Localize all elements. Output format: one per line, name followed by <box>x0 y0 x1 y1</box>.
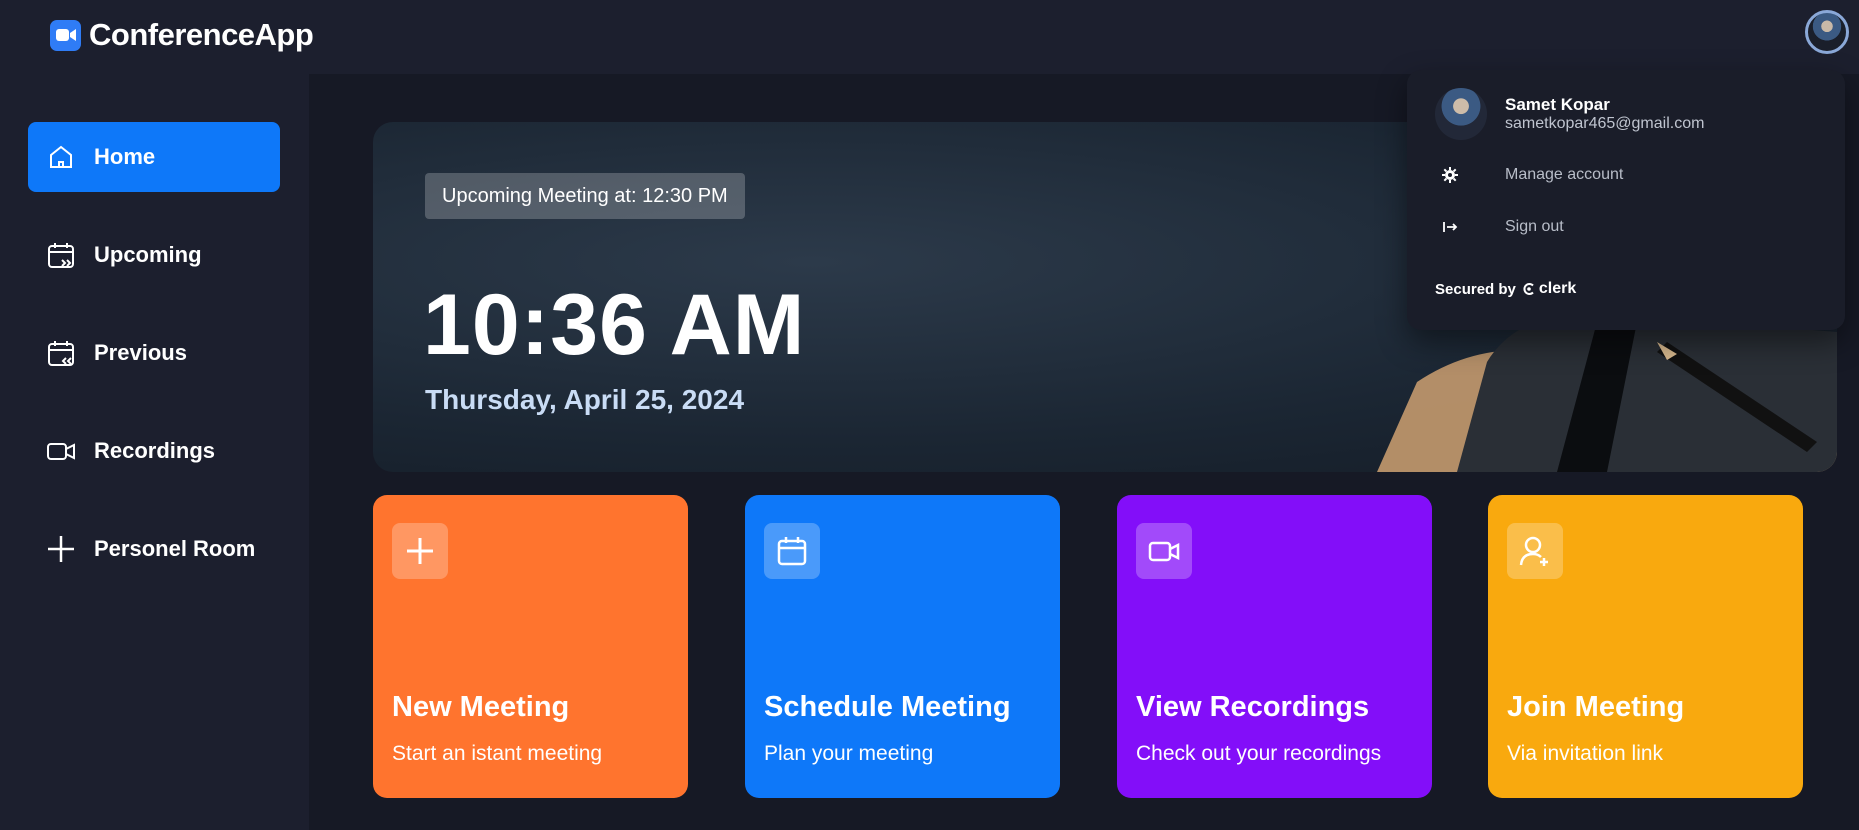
upcoming-meeting-badge: Upcoming Meeting at: 12:30 PM <box>425 173 745 219</box>
current-date: Thursday, April 25, 2024 <box>425 384 745 415</box>
manage-account-button[interactable]: Manage account <box>1435 160 1835 190</box>
card-title: View Recordings <box>1136 691 1370 723</box>
top-bar: ConferenceApp <box>0 0 1859 74</box>
card-subtitle: Check out your recordings <box>1136 742 1382 765</box>
join-meeting-card[interactable]: Join Meeting Via invitation link <box>1488 495 1803 798</box>
card-title: New Meeting <box>392 691 570 723</box>
card-subtitle: Start an istant meeting <box>392 742 603 765</box>
sidebar: Home Upcoming Previous Recordings Person… <box>0 74 309 830</box>
sidebar-item-label: Home <box>94 144 156 169</box>
calendar-upcoming-icon <box>46 240 76 270</box>
sidebar-item-recordings[interactable]: Recordings <box>28 416 280 486</box>
calendar-previous-icon <box>46 338 76 368</box>
clerk-logo[interactable]: clerk <box>1522 280 1576 298</box>
sidebar-item-upcoming[interactable]: Upcoming <box>28 220 280 290</box>
secured-by-label: Secured by <box>1435 280 1516 298</box>
view-recordings-card[interactable]: View Recordings Check out your recording… <box>1117 495 1432 798</box>
sidebar-item-personel-room[interactable]: Personel Room <box>28 514 280 584</box>
sidebar-item-label: Previous <box>94 340 187 365</box>
new-meeting-card[interactable]: New Meeting Start an istant meeting <box>373 495 688 798</box>
video-icon <box>46 436 76 466</box>
sidebar-item-label: Personel Room <box>94 536 256 561</box>
plus-icon <box>392 523 448 579</box>
video-camera-icon <box>50 19 81 51</box>
sidebar-item-home[interactable]: Home <box>28 122 280 192</box>
add-user-icon <box>1507 523 1563 579</box>
gear-icon <box>1435 167 1465 183</box>
clerk-icon <box>1523 283 1534 295</box>
clerk-brand: clerk <box>1538 280 1577 297</box>
card-subtitle: Via invitation link <box>1507 742 1664 765</box>
avatar <box>1435 88 1487 140</box>
video-icon <box>1136 523 1192 579</box>
secured-by: Secured by clerk <box>1435 280 1576 298</box>
user-email: sametkopar465@gmail.com <box>1505 115 1705 132</box>
home-icon <box>46 142 76 172</box>
schedule-meeting-card[interactable]: Schedule Meeting Plan your meeting <box>745 495 1060 798</box>
app-name: ConferenceApp <box>89 17 314 52</box>
app-logo[interactable]: ConferenceApp <box>50 17 314 53</box>
sidebar-item-label: Upcoming <box>94 242 202 267</box>
sidebar-item-previous[interactable]: Previous <box>28 318 280 388</box>
current-time: 10:36 AM <box>423 277 806 373</box>
sign-out-label: Sign out <box>1505 218 1564 235</box>
sign-out-icon <box>1435 219 1465 235</box>
manage-account-label: Manage account <box>1505 166 1624 183</box>
user-avatar-button[interactable] <box>1805 10 1849 54</box>
sidebar-item-label: Recordings <box>94 438 216 463</box>
user-name: Samet Kopar <box>1505 95 1610 114</box>
card-title: Join Meeting <box>1507 691 1685 723</box>
plus-icon <box>46 534 76 564</box>
calendar-icon <box>764 523 820 579</box>
user-menu-dropdown: Samet Kopar sametkopar465@gmail.com Mana… <box>1407 70 1845 330</box>
sign-out-button[interactable]: Sign out <box>1435 212 1835 242</box>
card-subtitle: Plan your meeting <box>764 742 934 765</box>
card-title: Schedule Meeting <box>764 691 1011 723</box>
